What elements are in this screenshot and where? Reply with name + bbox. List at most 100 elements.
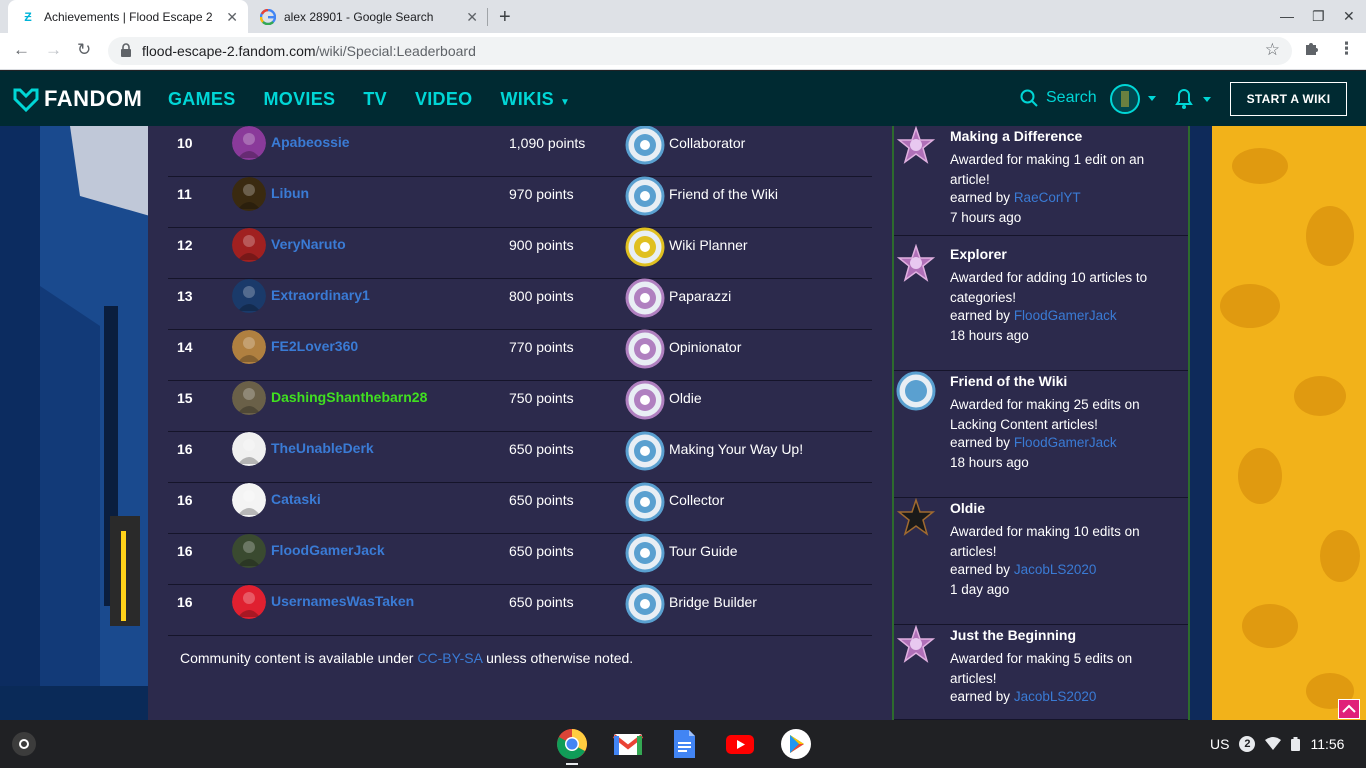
badge-description: Awarded for making 25 edits on Lacking C…: [950, 397, 1140, 432]
launcher-icon: [19, 739, 29, 749]
badge-icon[interactable]: [896, 126, 936, 166]
gmail-app-icon[interactable]: [612, 728, 644, 760]
docs-app-icon[interactable]: [668, 728, 700, 760]
earner-link[interactable]: JacobLS2020: [1014, 689, 1097, 704]
address-bar[interactable]: flood-escape-2.fandom.com/wiki/Special:L…: [108, 37, 1292, 65]
username-link[interactable]: Apabeossie: [271, 134, 350, 150]
fandom-favicon-icon: Ƶ: [24, 9, 32, 24]
username-link[interactable]: FloodGamerJack: [271, 542, 385, 558]
points: 650 points: [509, 492, 574, 508]
username-link[interactable]: UsernamesWasTaken: [271, 593, 414, 609]
username-link[interactable]: VeryNaruto: [271, 236, 346, 252]
badge-name: Collaborator: [669, 135, 746, 151]
notifications-button[interactable]: [1173, 86, 1215, 117]
badge-title[interactable]: Making a Difference: [950, 128, 1082, 144]
play-store-app-icon[interactable]: [780, 728, 812, 760]
badge-icon[interactable]: [625, 278, 665, 318]
user-avatar[interactable]: [232, 330, 266, 364]
scroll-to-top-button[interactable]: [1338, 699, 1360, 719]
earner-link[interactable]: RaeCorlYT: [1014, 190, 1081, 205]
system-tray[interactable]: US 2 11:56: [1210, 732, 1344, 756]
earner-link[interactable]: FloodGamerJack: [1014, 308, 1117, 323]
lock-icon[interactable]: [120, 43, 132, 57]
recent-badge-item: Explorer Awarded for adding 10 articles …: [894, 244, 1188, 371]
minimize-icon[interactable]: —: [1280, 8, 1294, 24]
license-link[interactable]: CC-BY-SA: [417, 650, 482, 666]
extensions-icon[interactable]: [1303, 39, 1321, 62]
maximize-icon[interactable]: ❐: [1312, 8, 1325, 25]
username-link[interactable]: DashingShanthebarn28: [271, 389, 427, 405]
close-window-icon[interactable]: ✕: [1343, 8, 1355, 25]
close-tab-icon[interactable]: ✕: [466, 9, 478, 26]
reload-icon[interactable]: ↻: [77, 40, 91, 60]
user-avatar[interactable]: [232, 228, 266, 262]
user-avatar[interactable]: [232, 534, 266, 568]
user-avatar-button[interactable]: [1110, 84, 1162, 119]
badge-icon[interactable]: [625, 176, 665, 216]
username-link[interactable]: Cataski: [271, 491, 321, 507]
launcher-button[interactable]: [12, 732, 36, 756]
nav-movies[interactable]: MOVIES: [264, 89, 336, 110]
youtube-app-icon[interactable]: [724, 728, 756, 760]
fandom-nav: GAMES MOVIES TV VIDEO WIKIS ▼: [168, 89, 598, 110]
username-link[interactable]: FE2Lover360: [271, 338, 358, 354]
active-app-indicator: [566, 763, 578, 765]
earned-by: earned by RaeCorlYT: [950, 190, 1081, 205]
badge-icon[interactable]: [625, 329, 665, 369]
badge-icon[interactable]: [625, 533, 665, 573]
badge-icon[interactable]: [896, 244, 936, 284]
user-avatar[interactable]: [232, 126, 266, 160]
input-locale: US: [1210, 736, 1230, 752]
user-avatar[interactable]: [232, 381, 266, 415]
earner-link[interactable]: JacobLS2020: [1014, 562, 1097, 577]
badge-icon[interactable]: [896, 625, 936, 665]
badge-title[interactable]: Friend of the Wiki: [950, 373, 1067, 389]
nav-tv[interactable]: TV: [363, 89, 387, 110]
nav-games[interactable]: GAMES: [168, 89, 236, 110]
badge-icon[interactable]: [625, 227, 665, 267]
username-link[interactable]: TheUnableDerk: [271, 440, 374, 456]
user-avatar[interactable]: [232, 585, 266, 619]
fandom-logo[interactable]: FANDOM: [12, 85, 142, 113]
close-tab-icon[interactable]: ✕: [226, 9, 238, 26]
forward-icon[interactable]: →: [45, 40, 62, 60]
earner-link[interactable]: FloodGamerJack: [1014, 435, 1117, 450]
earned-by-label: earned by: [950, 435, 1011, 450]
menu-icon[interactable]: ⋮: [1338, 39, 1355, 59]
new-tab-icon[interactable]: +: [499, 6, 511, 29]
points: 650 points: [509, 543, 574, 559]
user-avatar[interactable]: [232, 279, 266, 313]
badge-icon[interactable]: [625, 380, 665, 420]
badge-icon[interactable]: [896, 498, 936, 538]
badge-icon[interactable]: [625, 584, 665, 624]
username-link[interactable]: Extraordinary1: [271, 287, 370, 303]
chrome-app-icon[interactable]: [556, 728, 588, 760]
badge-title[interactable]: Oldie: [950, 500, 985, 516]
badge-icon[interactable]: [625, 482, 665, 522]
badge-title[interactable]: Explorer: [950, 246, 1007, 262]
user-avatar[interactable]: [232, 432, 266, 466]
tab-achievements[interactable]: Ƶ Achievements | Flood Escape 2 W ✕: [8, 0, 248, 33]
badge-title[interactable]: Just the Beginning: [950, 627, 1076, 643]
url-text[interactable]: flood-escape-2.fandom.com/wiki/Special:L…: [142, 43, 476, 59]
username-link[interactable]: Libun: [271, 185, 309, 201]
bell-icon: [1175, 89, 1211, 109]
bookmark-star-icon[interactable]: ☆: [1265, 40, 1280, 60]
chevron-up-icon: [1342, 704, 1356, 713]
badge-icon[interactable]: [625, 126, 665, 165]
earned-time: 18 hours ago: [950, 328, 1029, 343]
rank: 16: [177, 594, 193, 610]
back-icon[interactable]: ←: [13, 40, 30, 60]
start-a-wiki-button[interactable]: START A WIKI: [1230, 82, 1347, 116]
user-avatar[interactable]: [232, 177, 266, 211]
points: 770 points: [509, 339, 574, 355]
nav-wikis[interactable]: WIKIS ▼: [500, 89, 570, 110]
badge-icon[interactable]: [896, 371, 936, 411]
leaderboard-table: 10 Apabeossie 1,090 points Collaborator 1…: [168, 126, 872, 636]
tab-google-search[interactable]: alex 28901 - Google Search ✕: [250, 0, 488, 33]
user-avatar[interactable]: [232, 483, 266, 517]
search-label: Search: [1046, 89, 1097, 106]
search-button[interactable]: Search: [1020, 89, 1097, 107]
badge-icon[interactable]: [625, 431, 665, 471]
nav-video[interactable]: VIDEO: [415, 89, 473, 110]
